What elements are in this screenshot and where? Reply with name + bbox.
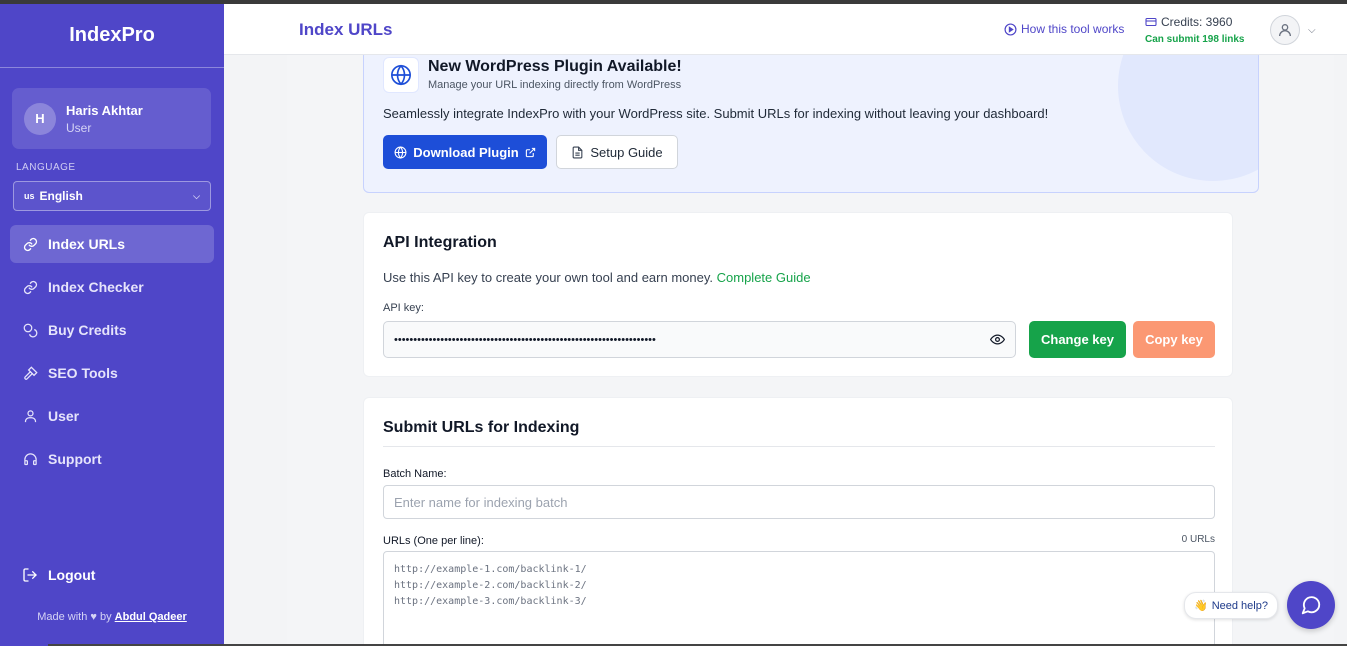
banner-description: Seamlessly integrate IndexPro with your …	[383, 106, 1049, 121]
divider	[383, 446, 1215, 447]
urls-textarea[interactable]: http://example-1.com/backlink-1/ http://…	[383, 551, 1215, 646]
hammer-icon	[22, 365, 38, 381]
logout-label: Logout	[48, 567, 96, 583]
api-integration-card: API Integration Use this API key to crea…	[363, 212, 1233, 377]
download-plugin-button[interactable]: Download Plugin	[383, 135, 547, 169]
top-header: Index URLs How this tool works Credits: …	[224, 4, 1347, 55]
urls-label: URLs (One per line):	[383, 535, 484, 547]
brand-logo[interactable]: IndexPro	[0, 4, 224, 68]
sidebar-nav: Index URLs Index Checker Buy Credits SEO…	[10, 225, 214, 483]
user-icon	[22, 408, 38, 424]
headset-icon	[22, 451, 38, 467]
complete-guide-link[interactable]: Complete Guide	[717, 270, 811, 285]
need-help-label: Need help?	[1211, 599, 1268, 612]
sidebar-item-label: Support	[48, 451, 102, 467]
how-it-works-link[interactable]: How this tool works	[1004, 22, 1124, 36]
need-help-bubble[interactable]: 👋 Need help?	[1184, 592, 1278, 619]
batch-name-label: Batch Name:	[383, 468, 447, 480]
made-by-credit: Made with ♥ by Abdul Qadeer	[0, 611, 224, 623]
sidebar-item-buy-credits[interactable]: Buy Credits	[10, 311, 214, 349]
copy-key-button[interactable]: Copy key	[1133, 321, 1215, 358]
page-title: Index URLs	[299, 20, 393, 39]
chevron-down-icon: ⌵	[193, 190, 200, 201]
batch-name-input[interactable]: Enter name for indexing batch	[383, 485, 1215, 519]
external-link-icon	[525, 147, 536, 158]
language-select[interactable]: us English ⌵	[13, 181, 211, 211]
sidebar-item-label: Buy Credits	[48, 322, 127, 338]
play-circle-icon	[1004, 22, 1017, 36]
how-it-works-label: How this tool works	[1021, 22, 1125, 36]
submit-urls-card: Submit URLs for Indexing Batch Name: Ent…	[363, 397, 1233, 646]
sidebar-item-label: Index Checker	[48, 279, 144, 295]
document-icon	[571, 146, 584, 159]
chat-icon	[1300, 594, 1322, 616]
window-top-border	[0, 0, 1347, 4]
credits-display: Credits: 3960 Can submit 198 links	[1145, 15, 1244, 45]
credits-sub: Can submit 198 links	[1145, 34, 1245, 45]
setup-guide-label: Setup Guide	[590, 144, 663, 160]
main-content: New WordPress Plugin Available! Manage y…	[287, 55, 1334, 646]
language-selected: English	[39, 189, 83, 203]
author-link[interactable]: Abdul Qadeer	[115, 611, 187, 623]
api-description-text: Use this API key to create your own tool…	[383, 270, 713, 285]
setup-guide-button[interactable]: Setup Guide	[556, 135, 678, 169]
chevron-down-icon: ⌵	[1308, 24, 1316, 36]
api-title: API Integration	[383, 234, 497, 251]
decorative-circle	[1118, 55, 1258, 181]
sidebar-item-seo-tools[interactable]: SEO Tools	[10, 354, 214, 392]
chat-button[interactable]	[1287, 581, 1335, 629]
api-description: Use this API key to create your own tool…	[383, 270, 811, 285]
eye-toggle-icon[interactable]	[990, 332, 1005, 347]
link-icon	[22, 279, 38, 295]
sidebar-item-support[interactable]: Support	[10, 440, 214, 478]
sidebar: IndexPro H Haris Akhtar User LANGUAGE us…	[0, 4, 224, 646]
logout-icon	[22, 567, 38, 583]
logout-button[interactable]: Logout	[22, 567, 95, 583]
user-name: Haris Akhtar	[66, 102, 143, 118]
avatar	[1270, 15, 1300, 45]
coins-icon	[22, 322, 38, 338]
user-avatar: H	[24, 102, 56, 135]
sidebar-item-label: SEO Tools	[48, 365, 118, 381]
globe-icon	[383, 57, 419, 93]
api-key-label: API key:	[383, 302, 424, 314]
sidebar-item-user[interactable]: User	[10, 397, 214, 435]
change-key-button[interactable]: Change key	[1029, 321, 1126, 358]
submit-title: Submit URLs for Indexing	[383, 419, 580, 436]
sidebar-item-index-checker[interactable]: Index Checker	[10, 268, 214, 306]
download-plugin-label: Download Plugin	[413, 144, 519, 160]
sidebar-item-label: Index URLs	[48, 236, 126, 252]
wordpress-plugin-banner: New WordPress Plugin Available! Manage y…	[363, 55, 1259, 193]
credits-value: Credits: 3960	[1161, 15, 1233, 29]
url-placeholder-line: http://example-1.com/backlink-1/	[394, 564, 587, 575]
waving-hand-icon: 👋	[1194, 600, 1208, 612]
link-icon	[22, 236, 38, 252]
user-card[interactable]: H Haris Akhtar User	[12, 88, 211, 149]
profile-menu[interactable]: ⌵	[1270, 15, 1316, 45]
url-placeholder-line: http://example-2.com/backlink-2/	[394, 580, 587, 591]
api-key-field[interactable]: ••••••••••••••••••••••••••••••••••••••••…	[383, 321, 1016, 358]
user-role: User	[66, 120, 92, 135]
sidebar-item-label: User	[48, 408, 80, 424]
batch-name-placeholder: Enter name for indexing batch	[394, 494, 568, 510]
card-icon	[1145, 16, 1157, 28]
globe-icon	[394, 145, 407, 159]
flag-icon: us	[24, 191, 35, 201]
api-key-value: ••••••••••••••••••••••••••••••••••••••••…	[394, 333, 656, 346]
sidebar-item-index-urls[interactable]: Index URLs	[10, 225, 214, 263]
banner-subtitle: Manage your URL indexing directly from W…	[428, 79, 682, 91]
language-label: LANGUAGE	[16, 162, 76, 173]
banner-title: New WordPress Plugin Available!	[428, 58, 682, 75]
made-with-text: Made with ♥ by	[37, 611, 112, 623]
url-placeholder-line: http://example-3.com/backlink-3/	[394, 596, 587, 607]
url-count: 0 URLs	[1181, 534, 1215, 545]
